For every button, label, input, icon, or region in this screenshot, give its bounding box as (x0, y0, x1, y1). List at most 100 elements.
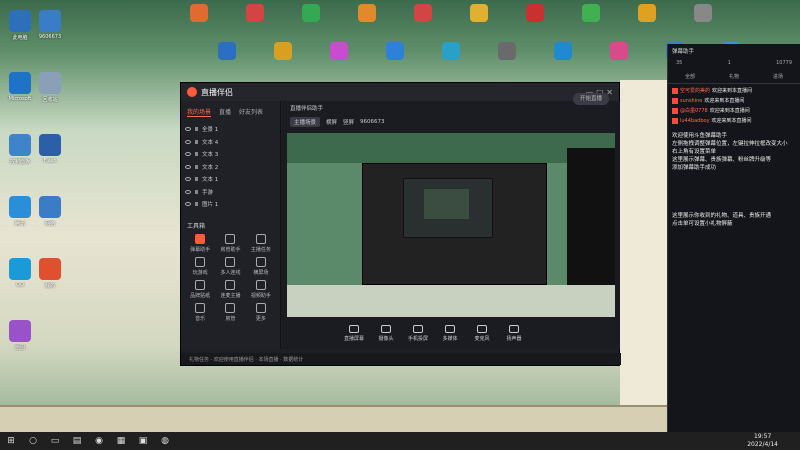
scene-option[interactable]: 竖屏 (343, 118, 354, 126)
eye-icon[interactable] (185, 189, 191, 194)
chat-username[interactable]: @白墨0778 (680, 107, 708, 114)
tool-button[interactable]: 音乐 (185, 302, 215, 322)
chat-message[interactable]: @白墨0778 欢迎来到本直播间 (672, 107, 796, 114)
clock[interactable]: 19:57 2022/4/14 (747, 433, 778, 449)
tool-button[interactable]: 横屏场 (246, 256, 276, 276)
tab-all[interactable]: 全部 (685, 73, 695, 80)
layer-item[interactable]: 文本 3 (181, 148, 280, 161)
desktop-app-icon[interactable] (694, 4, 712, 22)
eye-icon[interactable] (185, 127, 191, 132)
go-live-button[interactable]: 开始直播 (573, 93, 609, 105)
app-icon[interactable]: ◍ (154, 432, 176, 450)
tab-entry[interactable]: 进场 (773, 73, 783, 80)
desktop-icon[interactable]: 回收站 (32, 72, 68, 103)
tab-gifts[interactable]: 礼物 (729, 73, 739, 80)
chat-username[interactable]: sunshine (680, 98, 702, 104)
tool-icon (255, 233, 266, 244)
layer-item[interactable]: 全景 1 (181, 123, 280, 136)
scene-bar: 直播伴侣助手 (282, 101, 620, 115)
tool-button[interactable]: 玩游戏 (185, 256, 215, 276)
control-button[interactable]: 摄像头 (374, 324, 398, 342)
tool-label: 品牌贴纸 (190, 292, 211, 299)
chat-message[interactable]: 空可爱的美的 欢迎来到本直播间 (672, 87, 796, 94)
layer-item[interactable]: 文本 1 (181, 173, 280, 186)
desktop-app-icon[interactable] (526, 4, 544, 22)
chat-username[interactable]: 空可爱的美的 (680, 87, 710, 94)
lock-icon[interactable] (195, 127, 198, 132)
desktop-app-icon[interactable] (386, 42, 404, 60)
eye-icon[interactable] (185, 139, 191, 144)
desktop-app-icon[interactable] (274, 42, 292, 60)
tool-button[interactable]: 视频助手 (246, 279, 276, 299)
control-button[interactable]: 麦克风 (470, 324, 494, 342)
chat-text: 欢迎来到本直播间 (709, 108, 750, 114)
eye-icon[interactable] (185, 202, 191, 207)
app-icon (9, 320, 31, 342)
live-preview[interactable] (287, 133, 615, 317)
desktop-icon[interactable]: 我的 (32, 258, 68, 289)
desktop-app-icon[interactable] (638, 4, 656, 22)
desktop-app-icon[interactable] (218, 42, 236, 60)
layer-item[interactable]: 图片 1 (181, 198, 280, 211)
desktop-app-icon[interactable] (302, 4, 320, 22)
app-icon[interactable]: ▣ (132, 432, 154, 450)
layer-item[interactable]: 文本 4 (181, 136, 280, 149)
tool-button[interactable]: 房管助手 (215, 233, 245, 253)
tab-friends[interactable]: 好友列表 (239, 107, 263, 117)
desktop-icon[interactable]: 9606673 (32, 10, 68, 40)
control-button[interactable]: 手机投屏 (406, 324, 430, 342)
lock-icon[interactable] (195, 202, 198, 207)
tab-my-scene[interactable]: 我的场景 (187, 107, 212, 117)
app-icon[interactable]: ▦ (110, 432, 132, 450)
desktop-app-icon[interactable] (582, 4, 600, 22)
lock-icon[interactable] (195, 189, 198, 194)
tool-button[interactable]: 弹幕助手 (185, 233, 215, 253)
edge-icon[interactable]: ◉ (88, 432, 110, 450)
scene-options: 主播场景 横屏 竖屏 9606673 (282, 115, 620, 129)
tool-button[interactable]: 连麦主播 (215, 279, 245, 299)
layer-item[interactable]: 手游 (181, 186, 280, 199)
desktop-icon[interactable]: 画图 (2, 320, 38, 351)
live-app-window[interactable]: 直播伴侣 — ▢ ✕ 我的场景 直播 好友列表 全景 1 文本 4 文本 3 文本 2… (180, 82, 621, 366)
control-button[interactable]: 直播屏幕 (342, 324, 366, 342)
control-button[interactable]: 多媒体 (438, 324, 462, 342)
tab-live[interactable]: 直播 (219, 107, 231, 117)
desktop-icon[interactable]: 网络 (32, 196, 68, 227)
control-button[interactable]: 扬声器 (502, 324, 526, 342)
lock-icon[interactable] (195, 164, 198, 169)
file-explorer-icon[interactable]: ▤ (66, 432, 88, 450)
scene-option[interactable]: 主播场景 (290, 117, 321, 127)
scene-option[interactable]: 横屏 (326, 118, 337, 126)
tool-button[interactable]: 房管 (215, 302, 245, 322)
desktop-app-icon[interactable] (470, 4, 488, 22)
desktop-app-icon[interactable] (246, 4, 264, 22)
desktop-app-icon[interactable] (554, 42, 572, 60)
desktop-app-icon[interactable] (498, 42, 516, 60)
desktop-app-icon[interactable] (442, 42, 460, 60)
tool-button[interactable]: 多人连线 (215, 256, 245, 276)
lock-icon[interactable] (195, 152, 198, 157)
tool-button[interactable]: 主播任务 (246, 233, 276, 253)
start-icon[interactable]: ⊞ (0, 432, 22, 450)
chat-username[interactable]: lu44badboy (680, 118, 710, 124)
chat-text: 欢迎来到本直播间 (712, 88, 753, 94)
lock-icon[interactable] (195, 177, 198, 182)
eye-icon[interactable] (185, 164, 191, 169)
desktop-icon[interactable]: Flash (32, 134, 68, 164)
search-icon[interactable]: ○ (22, 432, 44, 450)
desktop-app-icon[interactable] (358, 4, 376, 22)
desktop-app-icon[interactable] (414, 4, 432, 22)
tool-button[interactable]: 品牌贴纸 (185, 279, 215, 299)
eye-icon[interactable] (185, 152, 191, 157)
layer-item[interactable]: 文本 2 (181, 161, 280, 174)
tool-button[interactable]: 更多 (246, 302, 276, 322)
desktop-app-icon[interactable] (190, 4, 208, 22)
chat-message[interactable]: lu44badboy 欢迎来到本直播间 (672, 117, 796, 124)
taskview-icon[interactable]: ▭ (44, 432, 66, 450)
lock-icon[interactable] (195, 139, 198, 144)
app-titlebar[interactable]: 直播伴侣 — ▢ ✕ (181, 83, 619, 101)
desktop-app-icon[interactable] (610, 42, 628, 60)
eye-icon[interactable] (185, 177, 191, 182)
chat-message[interactable]: sunshine 欢迎来到本直播间 (672, 97, 796, 104)
desktop-app-icon[interactable] (330, 42, 348, 60)
